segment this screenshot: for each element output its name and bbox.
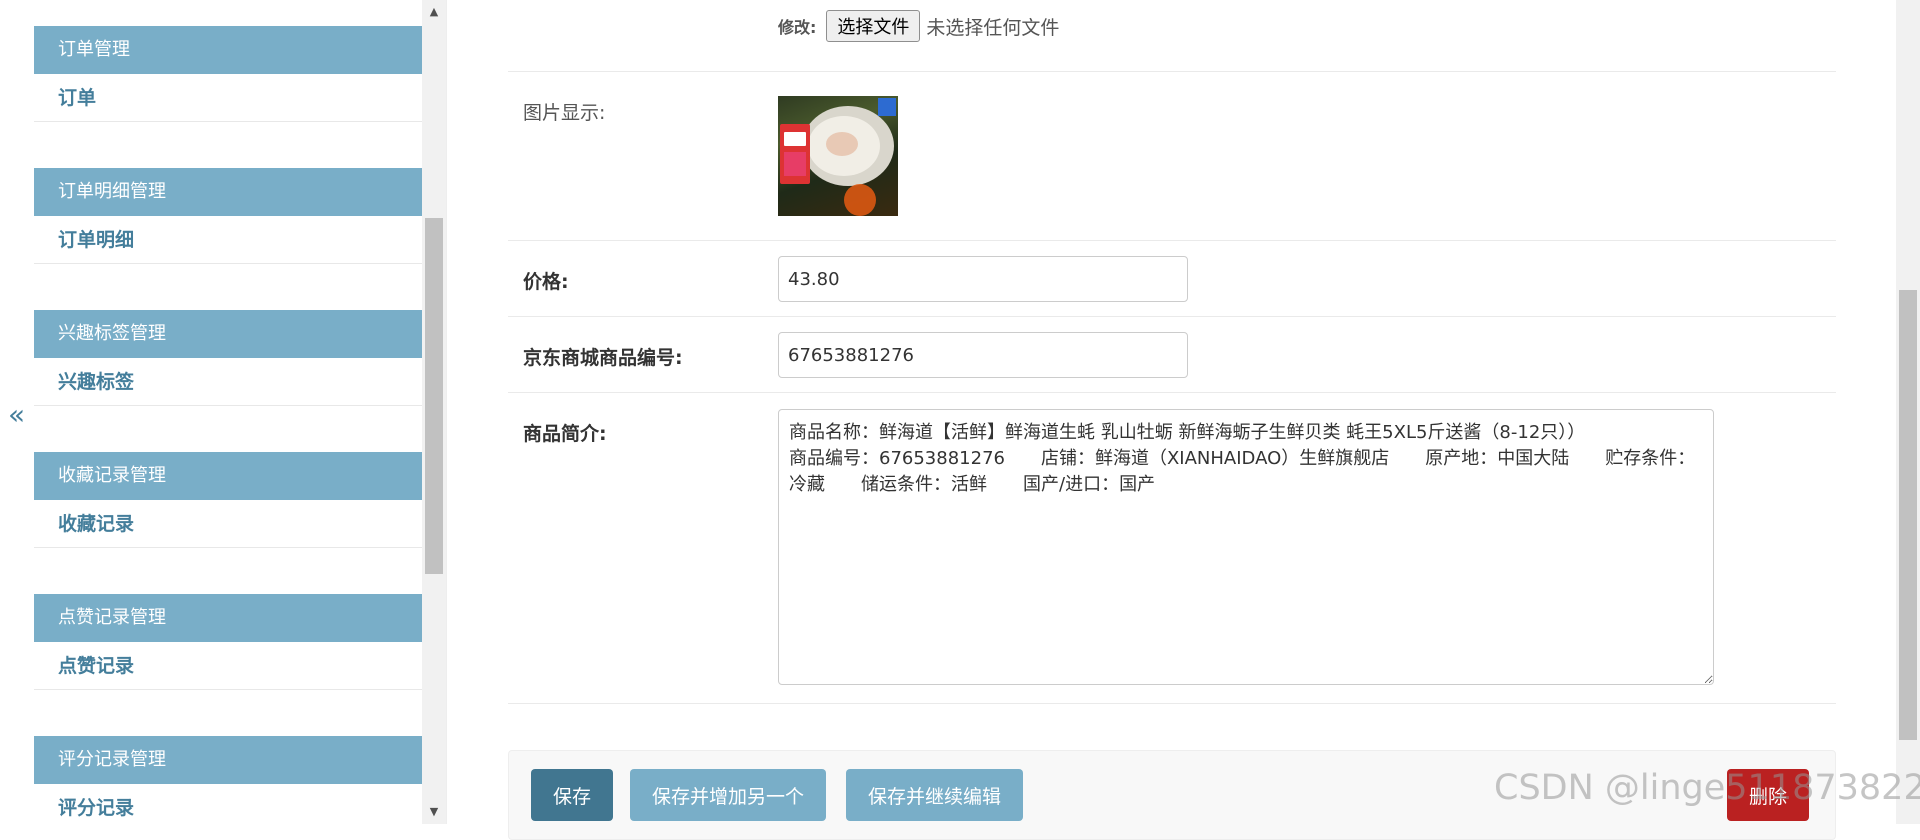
sidebar-module-order-details: 订单明细管理 订单明细 xyxy=(34,168,422,310)
jd-sku-input[interactable] xyxy=(778,332,1188,378)
modify-label: 修改: xyxy=(778,18,817,37)
oyster-image-icon xyxy=(780,98,896,216)
price-input[interactable] xyxy=(778,256,1188,302)
form-row-image-upload: 修改: 选择文件 未选择任何文件 xyxy=(508,0,1836,72)
sidebar-module-ratings: 评分记录管理 评分记录 xyxy=(34,736,422,824)
choose-file-button[interactable]: 选择文件 xyxy=(826,10,921,42)
scroll-down-icon[interactable]: ▼ xyxy=(422,802,446,822)
sidebar-module-likes: 点赞记录管理 点赞记录 xyxy=(34,594,422,736)
sidebar-item-orders[interactable]: 订单 xyxy=(34,74,422,122)
sidebar-scrollbar[interactable]: ▲ ▼ xyxy=(422,0,446,824)
sidebar-module-orders: 订单管理 订单 xyxy=(34,26,422,168)
intro-label: 商品简介: xyxy=(523,423,607,445)
sidebar-item-likes[interactable]: 点赞记录 xyxy=(34,642,422,690)
sidebar-item-ratings[interactable]: 评分记录 xyxy=(34,784,422,824)
sidebar-collapse-toggle[interactable]: « xyxy=(8,398,25,431)
module-caption[interactable]: 评分记录管理 xyxy=(34,736,422,784)
change-form: 修改: 选择文件 未选择任何文件 图片显示: 价格: 京东商城商品编号: 商品简… xyxy=(508,0,1836,840)
image-preview-label: 图片显示: xyxy=(523,102,606,124)
sidebar-item-order-details[interactable]: 订单明细 xyxy=(34,216,422,264)
scroll-up-icon[interactable]: ▲ xyxy=(422,2,446,22)
module-caption[interactable]: 订单管理 xyxy=(34,26,422,74)
sidebar-scroll-thumb[interactable] xyxy=(425,218,443,574)
module-caption[interactable]: 订单明细管理 xyxy=(34,168,422,216)
module-caption[interactable]: 点赞记录管理 xyxy=(34,594,422,642)
module-caption[interactable]: 兴趣标签管理 xyxy=(34,310,422,358)
page-scrollbar[interactable] xyxy=(1896,0,1920,824)
watermark: CSDN @linge511873822 xyxy=(1494,768,1920,808)
jd-sku-label: 京东商城商品编号: xyxy=(523,347,683,369)
no-file-text: 未选择任何文件 xyxy=(926,16,1060,39)
sidebar-module-interest-tags: 兴趣标签管理 兴趣标签 xyxy=(34,310,422,452)
sidebar-item-favorites[interactable]: 收藏记录 xyxy=(34,500,422,548)
save-button[interactable]: 保存 xyxy=(531,769,614,821)
intro-textarea[interactable]: 商品名称：鲜海道【活鲜】鲜海道生蚝 乳山牡蛎 新鲜海蛎子生鲜贝类 蚝王5XL5斤… xyxy=(778,409,1714,685)
form-row-image-preview: 图片显示: xyxy=(508,72,1836,241)
sidebar-nav: 订单管理 订单 订单明细管理 订单明细 兴趣标签管理 兴趣标签 收藏记录管理 收… xyxy=(34,0,422,824)
page-scroll-thumb[interactable] xyxy=(1899,290,1917,740)
module-caption[interactable]: 收藏记录管理 xyxy=(34,452,422,500)
save-continue-button[interactable]: 保存并继续编辑 xyxy=(846,769,1024,821)
sidebar-module-favorites: 收藏记录管理 收藏记录 xyxy=(34,452,422,594)
sidebar-item-interest-tags[interactable]: 兴趣标签 xyxy=(34,358,422,406)
save-add-another-button[interactable]: 保存并增加另一个 xyxy=(630,769,827,821)
divider xyxy=(446,0,447,824)
product-image xyxy=(778,96,898,216)
price-label: 价格: xyxy=(523,271,569,293)
